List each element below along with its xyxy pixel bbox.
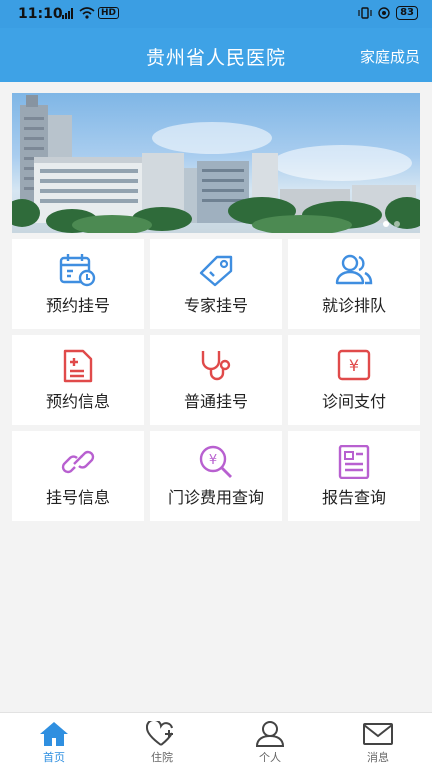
tile-label: 诊间支付	[321, 392, 386, 411]
tile-label: 挂号信息	[45, 488, 110, 507]
signal-indicators: HD	[62, 7, 120, 19]
visit-queue-tile[interactable]: 就诊排队	[288, 239, 420, 329]
nav-label: 住院	[151, 751, 173, 764]
nav-label: 消息	[367, 751, 389, 764]
family-members-button[interactable]: 家庭成员	[360, 46, 420, 67]
stethoscope-icon	[201, 351, 231, 381]
report-icon	[338, 445, 370, 479]
tag-icon	[199, 255, 233, 287]
appointment-registration-tile[interactable]: 预约挂号	[12, 239, 144, 329]
nav-messages[interactable]: 消息	[324, 713, 432, 769]
outpatient-fee-query-tile[interactable]: ¥ 门诊费用查询	[150, 431, 282, 521]
nav-inpatient[interactable]: 住院	[108, 713, 216, 769]
appointment-info-tile[interactable]: 预约信息	[12, 335, 144, 425]
tile-label: 门诊费用查询	[167, 488, 264, 507]
expert-registration-tile[interactable]: 专家挂号	[150, 239, 282, 329]
battery-indicator: 83	[396, 6, 418, 20]
nav-label: 个人	[259, 751, 281, 764]
app-header: 贵州省人民医院 家庭成员	[0, 28, 432, 82]
hospital-banner[interactable]	[12, 93, 420, 233]
status-bar: 11:10 HD 83	[0, 0, 432, 28]
yuan-search-icon: ¥	[199, 445, 232, 478]
general-registration-tile[interactable]: 普通挂号	[150, 335, 282, 425]
bottom-nav: 首页 住院 个人 消息	[0, 712, 432, 769]
mail-icon	[363, 723, 393, 745]
person-icon	[255, 721, 285, 747]
users-icon	[335, 254, 373, 285]
calendar-clock-icon	[59, 254, 96, 287]
nav-home[interactable]: 首页	[0, 713, 108, 769]
tile-label: 就诊排队	[321, 296, 386, 315]
report-query-tile[interactable]: 报告查询	[288, 431, 420, 521]
yuan-note-icon: ¥	[337, 349, 371, 381]
registration-info-tile[interactable]: 挂号信息	[12, 431, 144, 521]
banner-pagination	[383, 221, 400, 227]
banner-dot-1[interactable]	[383, 221, 389, 227]
tile-label: 专家挂号	[183, 296, 248, 315]
nfc-icon	[378, 7, 390, 19]
vibrate-icon	[358, 7, 372, 19]
tile-label: 普通挂号	[183, 392, 248, 411]
svg-text:¥: ¥	[349, 356, 359, 375]
hospital-building-image	[12, 95, 420, 233]
tile-label: 预约信息	[45, 392, 110, 411]
hd-indicator: HD	[98, 7, 120, 19]
status-time: 11:10	[18, 6, 63, 22]
link-icon	[61, 450, 95, 474]
status-right: 83	[358, 6, 418, 20]
banner-dot-2[interactable]	[394, 221, 400, 227]
heart-plus-icon	[146, 721, 173, 746]
clinic-payment-tile[interactable]: ¥ 诊间支付	[288, 335, 420, 425]
svg-text:¥: ¥	[209, 453, 217, 468]
tile-label: 报告查询	[321, 488, 386, 507]
signal-icon	[62, 8, 73, 19]
document-plus-icon	[63, 349, 93, 383]
wifi-icon	[79, 7, 95, 19]
home-icon	[40, 722, 68, 746]
nav-label: 首页	[43, 751, 65, 764]
tile-label: 预约挂号	[45, 296, 110, 315]
nav-personal[interactable]: 个人	[216, 713, 324, 769]
